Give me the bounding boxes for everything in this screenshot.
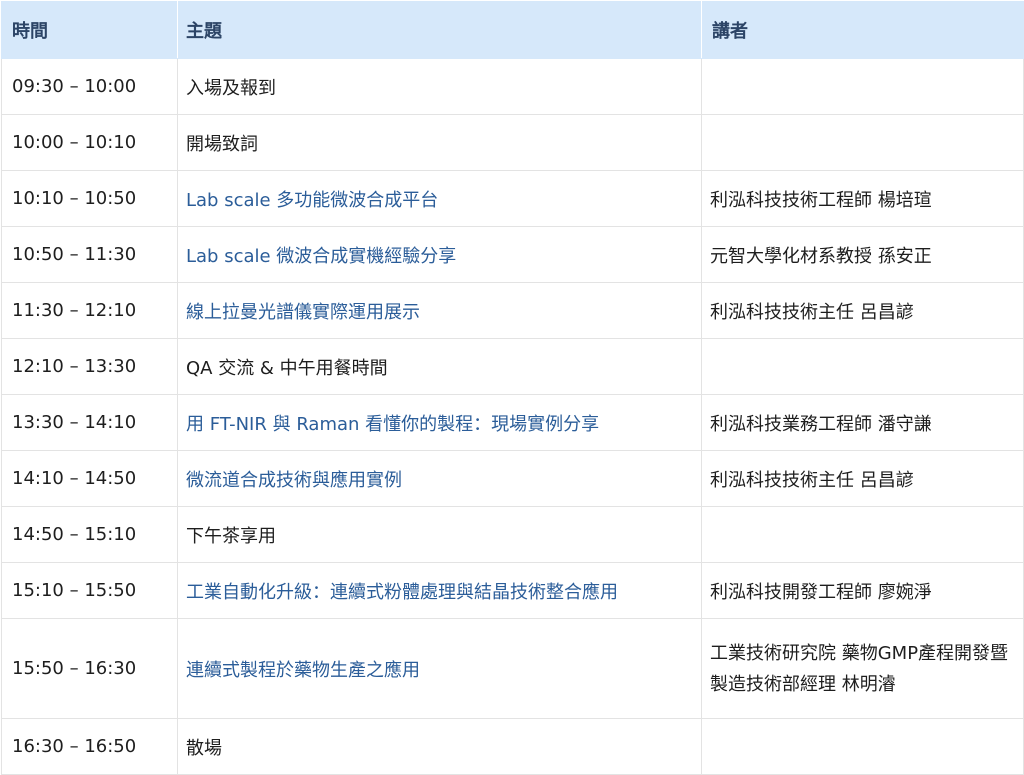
session-topic-link[interactable]: Lab scale 微波合成實機經驗分享	[177, 226, 702, 283]
session-time: 11:30 – 12:10	[1, 282, 178, 339]
session-topic-link[interactable]: 工業自動化升級：連續式粉體處理與結晶技術整合應用	[177, 562, 702, 619]
session-time: 15:10 – 15:50	[1, 562, 178, 619]
session-speaker	[701, 114, 1024, 171]
session-speaker: 利泓科技技術主任 呂昌諺	[701, 450, 1024, 507]
table-row: 13:30 – 14:10 用 FT-NIR 與 Raman 看懂你的製程：現場實…	[1, 394, 1024, 451]
session-speaker: 元智大學化材系教授 孫安正	[701, 226, 1024, 283]
agenda-table: 時間 主題 講者 09:30 – 10:00 入場及報到 10:00 – 10:10…	[1, 1, 1024, 775]
table-row: 16:30 – 16:50 散場	[1, 718, 1024, 775]
session-speaker	[701, 58, 1024, 115]
session-topic-link[interactable]: Lab scale 多功能微波合成平台	[177, 170, 702, 227]
session-time: 10:50 – 11:30	[1, 226, 178, 283]
session-time: 14:50 – 15:10	[1, 506, 178, 563]
session-topic: 下午茶享用	[177, 506, 702, 563]
agenda-table-body: 09:30 – 10:00 入場及報到 10:00 – 10:10 開場致詞 10:10…	[1, 58, 1024, 775]
session-time: 13:30 – 14:10	[1, 394, 178, 451]
session-topic: 散場	[177, 718, 702, 775]
table-row: 10:50 – 11:30 Lab scale 微波合成實機經驗分享 元智大學化材系…	[1, 226, 1024, 283]
session-speaker	[701, 718, 1024, 775]
session-time: 15:50 – 16:30	[1, 618, 178, 719]
table-row: 14:10 – 14:50 微流道合成技術與應用實例 利泓科技技術主任 呂昌諺	[1, 450, 1024, 507]
session-speaker: 利泓科技開發工程師 廖婉淨	[701, 562, 1024, 619]
session-topic-link[interactable]: 線上拉曼光譜儀實際運用展示	[177, 282, 702, 339]
table-row: 12:10 – 13:30 QA 交流 & 中午用餐時間	[1, 338, 1024, 395]
session-speaker	[701, 506, 1024, 563]
column-header-topic: 主題	[177, 1, 702, 59]
session-speaker: 利泓科技業務工程師 潘守謙	[701, 394, 1024, 451]
table-row: 15:50 – 16:30 連續式製程於藥物生產之應用 工業技術研究院 藥物GMP產…	[1, 618, 1024, 719]
header-row: 時間 主題 講者	[1, 1, 1024, 59]
table-row: 11:30 – 12:10 線上拉曼光譜儀實際運用展示 利泓科技技術主任 呂昌諺	[1, 282, 1024, 339]
session-topic: 開場致詞	[177, 114, 702, 171]
session-speaker	[701, 338, 1024, 395]
table-row: 09:30 – 10:00 入場及報到	[1, 58, 1024, 115]
session-topic-link[interactable]: 連續式製程於藥物生產之應用	[177, 618, 702, 719]
table-row: 10:10 – 10:50 Lab scale 多功能微波合成平台 利泓科技技術工程…	[1, 170, 1024, 227]
column-header-speaker: 講者	[701, 1, 1024, 59]
table-row: 10:00 – 10:10 開場致詞	[1, 114, 1024, 171]
table-row: 14:50 – 15:10 下午茶享用	[1, 506, 1024, 563]
session-topic: 入場及報到	[177, 58, 702, 115]
column-header-time: 時間	[1, 1, 178, 59]
session-topic-link[interactable]: 用 FT-NIR 與 Raman 看懂你的製程：現場實例分享	[177, 394, 702, 451]
session-speaker: 工業技術研究院 藥物GMP產程開發暨製造技術部經理 林明濬	[701, 618, 1024, 719]
table-row: 15:10 – 15:50 工業自動化升級：連續式粉體處理與結晶技術整合應用 利泓科…	[1, 562, 1024, 619]
session-time: 16:30 – 16:50	[1, 718, 178, 775]
session-speaker: 利泓科技技術主任 呂昌諺	[701, 282, 1024, 339]
session-speaker: 利泓科技技術工程師 楊培瑄	[701, 170, 1024, 227]
session-time: 10:00 – 10:10	[1, 114, 178, 171]
session-time: 12:10 – 13:30	[1, 338, 178, 395]
session-time: 10:10 – 10:50	[1, 170, 178, 227]
session-time: 14:10 – 14:50	[1, 450, 178, 507]
session-topic-link[interactable]: 微流道合成技術與應用實例	[177, 450, 702, 507]
session-topic: QA 交流 & 中午用餐時間	[177, 338, 702, 395]
session-time: 09:30 – 10:00	[1, 58, 178, 115]
agenda-table-header: 時間 主題 講者	[1, 1, 1024, 59]
